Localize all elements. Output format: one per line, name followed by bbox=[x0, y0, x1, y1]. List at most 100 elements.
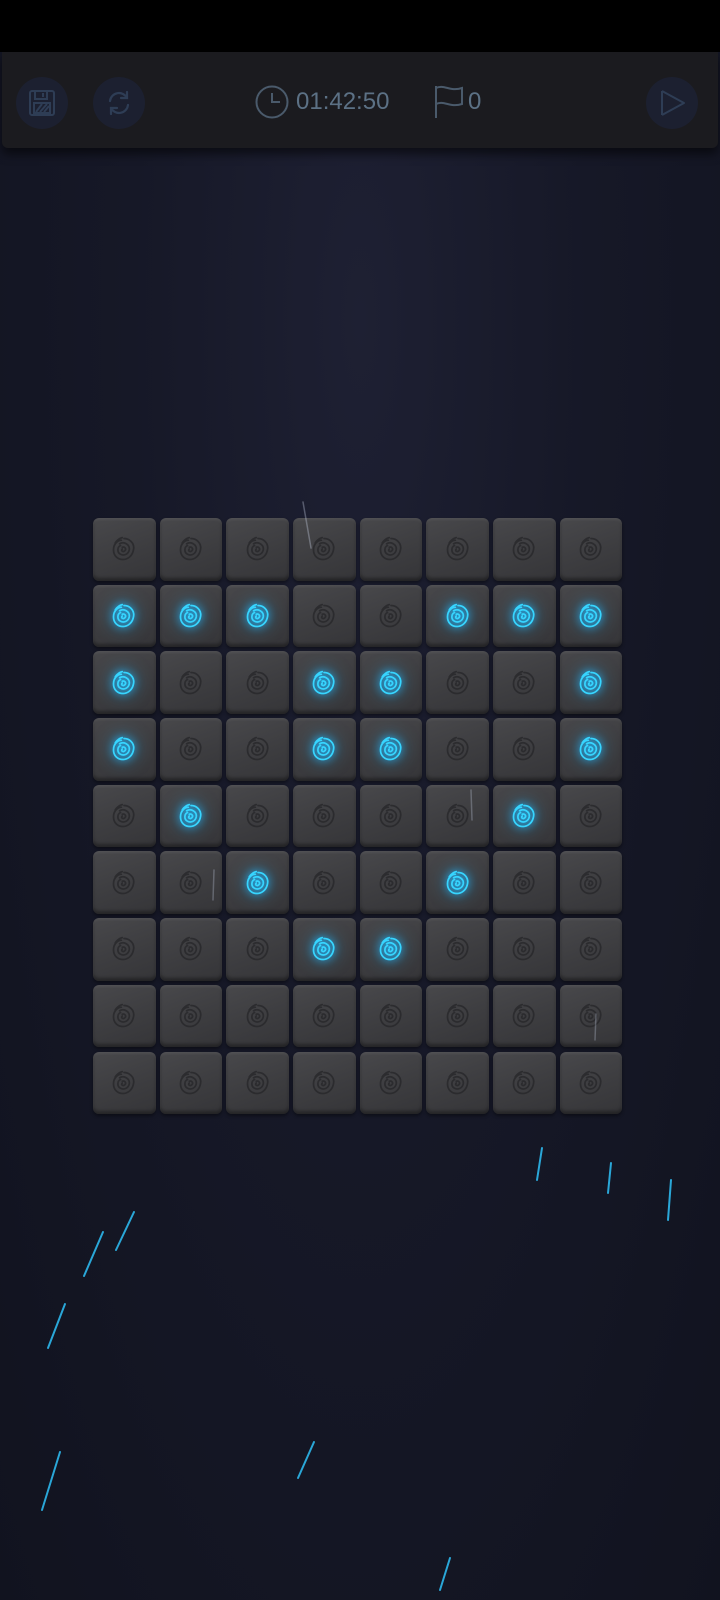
send-button[interactable] bbox=[646, 77, 698, 129]
tile[interactable] bbox=[426, 518, 489, 581]
tile-lit[interactable] bbox=[226, 851, 289, 914]
rose-icon bbox=[246, 937, 269, 961]
tile[interactable] bbox=[559, 518, 623, 581]
rose-icon bbox=[579, 803, 602, 828]
tile[interactable] bbox=[493, 918, 556, 981]
rose-icon bbox=[179, 737, 202, 761]
tile[interactable] bbox=[93, 984, 156, 1048]
tile-lit[interactable] bbox=[359, 718, 423, 781]
tile[interactable] bbox=[159, 851, 223, 914]
tile[interactable] bbox=[293, 984, 356, 1048]
toolbar: 01:42:50 0 bbox=[2, 52, 718, 148]
tile-lit[interactable] bbox=[426, 851, 489, 914]
tile[interactable] bbox=[493, 518, 556, 581]
tile[interactable] bbox=[293, 851, 356, 914]
tile-lit[interactable] bbox=[493, 584, 556, 648]
tile-lit[interactable] bbox=[559, 718, 623, 781]
tile[interactable] bbox=[159, 718, 223, 781]
tile[interactable] bbox=[359, 851, 423, 914]
tile[interactable] bbox=[559, 784, 623, 848]
rose-icon bbox=[446, 1070, 469, 1095]
flag-counter: 0 bbox=[432, 82, 481, 122]
tile[interactable] bbox=[293, 784, 356, 848]
tile-lit[interactable] bbox=[426, 584, 489, 648]
tile[interactable] bbox=[159, 518, 223, 581]
tile[interactable] bbox=[493, 651, 556, 714]
tile[interactable] bbox=[426, 984, 489, 1048]
tile[interactable] bbox=[226, 651, 289, 714]
rose-icon bbox=[312, 803, 335, 828]
tile[interactable] bbox=[559, 1051, 623, 1114]
tile[interactable] bbox=[226, 518, 289, 581]
tile[interactable] bbox=[159, 984, 223, 1048]
rose-icon bbox=[513, 670, 535, 694]
tile[interactable] bbox=[493, 851, 556, 914]
tile[interactable] bbox=[93, 851, 156, 914]
tile[interactable] bbox=[493, 984, 556, 1048]
tile[interactable] bbox=[426, 718, 489, 781]
tile[interactable] bbox=[559, 918, 623, 981]
raindrop bbox=[607, 1162, 612, 1194]
tile-lit[interactable] bbox=[493, 784, 556, 848]
tile[interactable] bbox=[93, 784, 156, 848]
tile-lit[interactable] bbox=[559, 584, 623, 648]
tile-lit[interactable] bbox=[293, 651, 356, 714]
rose-icon bbox=[513, 1003, 535, 1028]
tile[interactable] bbox=[359, 1051, 423, 1114]
tile[interactable] bbox=[426, 651, 489, 714]
rose-icon bbox=[379, 1003, 402, 1028]
tile[interactable] bbox=[493, 1051, 556, 1114]
tile[interactable] bbox=[93, 918, 156, 981]
tile[interactable] bbox=[293, 1051, 356, 1114]
tile[interactable] bbox=[159, 918, 223, 981]
tile-lit[interactable] bbox=[226, 584, 289, 648]
tile[interactable] bbox=[93, 518, 156, 581]
tile-lit[interactable] bbox=[159, 784, 223, 848]
tile-lit[interactable] bbox=[559, 651, 623, 714]
tile[interactable] bbox=[359, 584, 423, 648]
tile[interactable] bbox=[359, 518, 423, 581]
rose-icon bbox=[246, 670, 269, 694]
tile-lit[interactable] bbox=[93, 584, 156, 648]
raindrop bbox=[439, 1557, 451, 1591]
tile[interactable] bbox=[293, 584, 356, 648]
rose-icon bbox=[513, 737, 535, 761]
rose-icon bbox=[312, 1003, 335, 1028]
tile[interactable] bbox=[293, 518, 356, 581]
tile[interactable] bbox=[93, 1051, 156, 1114]
raindrop bbox=[41, 1451, 61, 1511]
rose-icon bbox=[246, 870, 269, 895]
rose-icon bbox=[246, 803, 269, 828]
rose-icon bbox=[579, 603, 602, 628]
refresh-icon bbox=[108, 90, 130, 116]
tile[interactable] bbox=[559, 984, 623, 1048]
tile[interactable] bbox=[226, 918, 289, 981]
tile[interactable] bbox=[559, 851, 623, 914]
game-board bbox=[93, 518, 627, 1120]
status-bar bbox=[0, 0, 720, 52]
tile[interactable] bbox=[426, 784, 489, 848]
tile[interactable] bbox=[159, 1051, 223, 1114]
tile[interactable] bbox=[226, 784, 289, 848]
tile-lit[interactable] bbox=[293, 918, 356, 981]
save-button[interactable] bbox=[16, 77, 68, 129]
rose-icon bbox=[312, 670, 335, 694]
tile-lit[interactable] bbox=[359, 918, 423, 981]
rose-icon bbox=[179, 1070, 202, 1095]
tile[interactable] bbox=[226, 1051, 289, 1114]
tile-lit[interactable] bbox=[359, 651, 423, 714]
tile[interactable] bbox=[359, 784, 423, 848]
tile[interactable] bbox=[426, 1051, 489, 1114]
tile[interactable] bbox=[226, 718, 289, 781]
tile[interactable] bbox=[493, 718, 556, 781]
tile[interactable] bbox=[159, 651, 223, 714]
tile[interactable] bbox=[226, 984, 289, 1048]
tile-lit[interactable] bbox=[93, 651, 156, 714]
tile-lit[interactable] bbox=[93, 718, 156, 781]
rose-icon bbox=[246, 603, 269, 628]
tile[interactable] bbox=[359, 984, 423, 1048]
tile-lit[interactable] bbox=[159, 584, 223, 648]
tile-lit[interactable] bbox=[293, 718, 356, 781]
restart-button[interactable] bbox=[93, 77, 145, 129]
tile[interactable] bbox=[426, 918, 489, 981]
